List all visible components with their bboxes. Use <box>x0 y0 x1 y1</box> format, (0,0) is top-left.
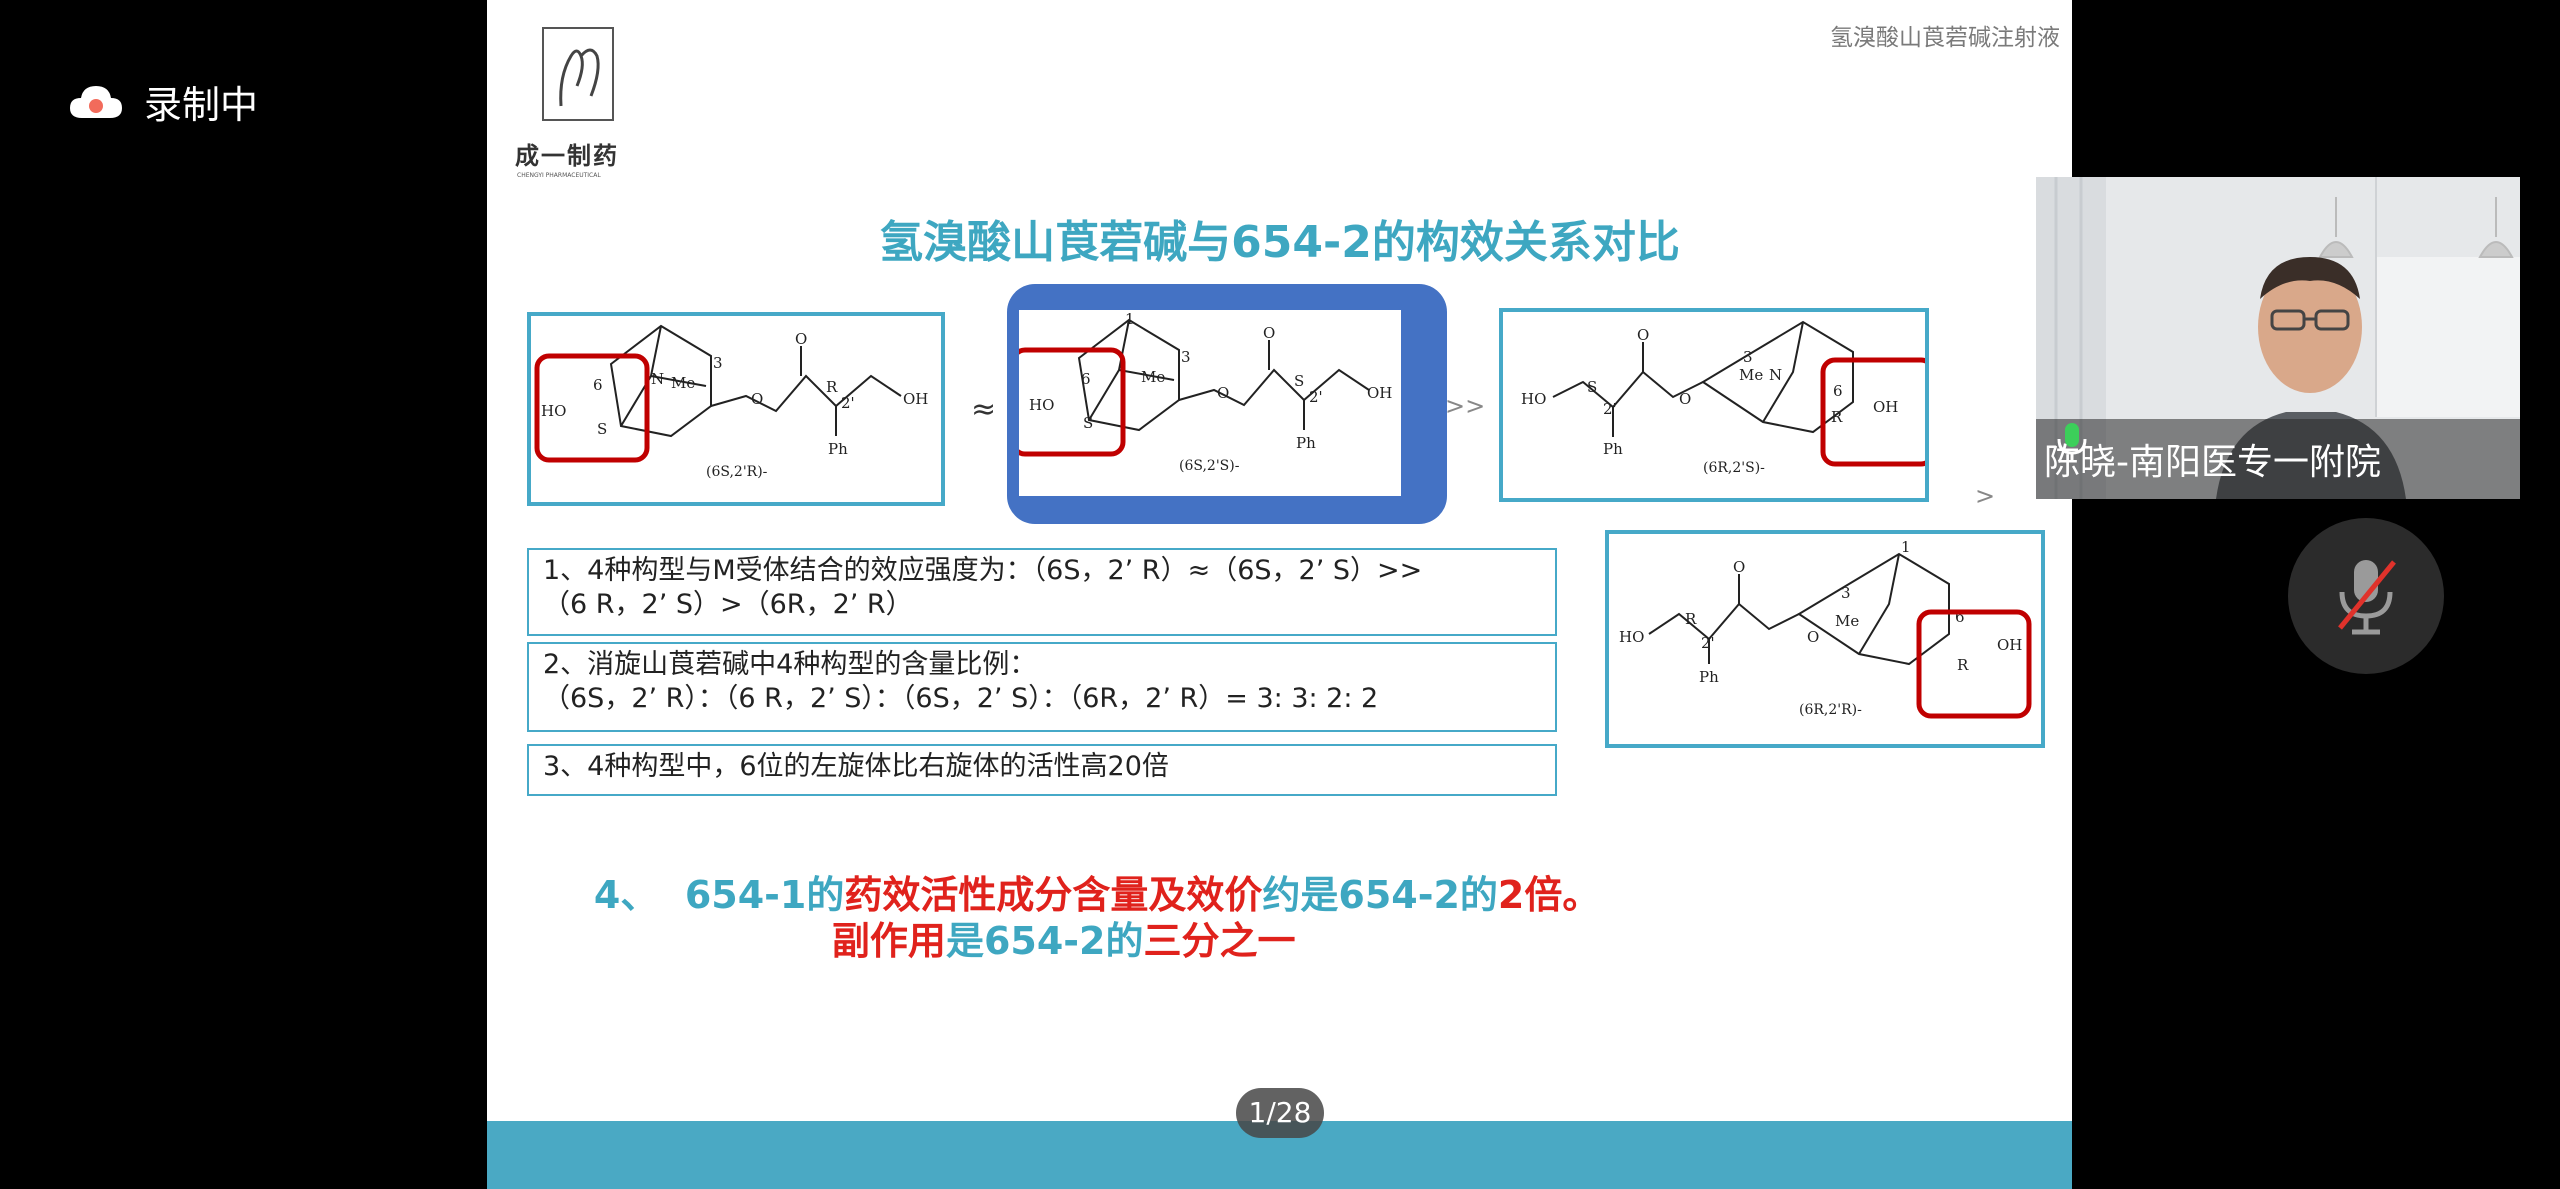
svg-text:Me: Me <box>1141 368 1165 386</box>
svg-text:3: 3 <box>713 354 723 372</box>
statement-1-line-2: （6 R，2’ S）>（6R，2’ R） <box>543 589 913 620</box>
svg-text:R: R <box>826 378 838 396</box>
svg-text:HO: HO <box>1521 390 1546 408</box>
svg-text:S: S <box>1587 378 1597 396</box>
svg-text:3: 3 <box>1743 348 1753 366</box>
molecule-6r-2s: HO S 2' Ph O O Me N 3 6 R OH (6R,2'S)- <box>1499 308 1929 502</box>
logo-name: 成一制药 <box>515 142 619 170</box>
svg-text:OH: OH <box>1367 384 1392 402</box>
structure-diagram: HO 6 S N Me 3 O O R 2' Ph OH (6S,2'R)- <box>534 324 928 480</box>
svg-text:O: O <box>1807 628 1819 646</box>
svg-text:Ph: Ph <box>828 440 848 458</box>
svg-text:Me: Me <box>1739 366 1763 384</box>
svg-text:6: 6 <box>593 376 603 394</box>
statement-2: 2、消旋山莨菪碱中4种构型的含量比例： （6S，2’ R）：（6 R，2’ S）… <box>527 642 1557 732</box>
recording-indicator: 录制中 <box>68 74 258 129</box>
svg-text:2': 2' <box>1309 388 1323 406</box>
svg-text:HO: HO <box>1029 396 1054 414</box>
svg-text:HO: HO <box>1619 628 1644 646</box>
svg-text:Ph: Ph <box>1699 668 1719 686</box>
statement-3-line-1: 3、4种构型中，6位的左旋体比右旋体的活性高20倍 <box>543 751 1169 782</box>
presentation-slide: 氢溴酸山莨菪碱注射液 成一制药 CHENGYI PHARMACEUTICAL 氢… <box>487 0 2072 1189</box>
svg-text:1: 1 <box>1901 538 1911 556</box>
svg-text:S: S <box>597 420 607 438</box>
participant-name-bar: 陈晓-南阳医专一附院 <box>2036 419 2520 499</box>
molecule-6r-2r: HO R 2' Ph O O Me 3 1 6 R OH (6R,2'R)- <box>1605 530 2045 748</box>
approx-symbol: ≈ <box>971 392 997 427</box>
svg-text:R: R <box>1831 408 1843 426</box>
svg-text:N: N <box>1769 366 1782 384</box>
greater-symbol: > <box>1975 482 1996 510</box>
structure-diagram: HO 6 S 1 Me 3 O O S 2' Ph OH (6S,2'S)- <box>1019 310 1392 474</box>
company-logo: 成一制药 CHENGYI PHARMACEUTICAL <box>515 26 625 186</box>
conclusion-part: 约是654-2的 <box>1262 873 1498 917</box>
svg-text:S: S <box>1083 414 1093 432</box>
svg-text:2': 2' <box>1701 634 1715 652</box>
svg-text:Ph: Ph <box>1603 440 1623 458</box>
mute-toggle-button[interactable] <box>2288 518 2444 674</box>
structure-diagram: HO S 2' Ph O O Me N3 6 R OH (6R,2'S)- <box>1521 320 1925 476</box>
conclusion-part: 2倍。 <box>1497 873 1601 917</box>
structure-diagram: HOR2' PhOO Me31 6ROH (6R,2'R)- <box>1619 538 2032 719</box>
conclusion-part: 三分之一 <box>1143 919 1296 963</box>
svg-text:O: O <box>795 330 807 348</box>
svg-text:OH: OH <box>1873 398 1898 416</box>
participant-name: 陈晓-南阳医专一附院 <box>2044 442 2381 483</box>
conclusion-line-2: 副作用是654-2的三分之一 <box>779 866 1296 1009</box>
cloud-icon <box>70 85 122 118</box>
svg-text:OH: OH <box>903 390 928 408</box>
svg-text:R: R <box>1685 610 1697 628</box>
molecule-label: (6S,2'S)- <box>1179 458 1240 474</box>
statement-3: 3、4种构型中，6位的左旋体比右旋体的活性高20倍 <box>527 744 1557 796</box>
svg-text:O: O <box>751 390 763 408</box>
logo-subtitle: CHENGYI PHARMACEUTICAL <box>517 172 601 179</box>
svg-text:OH: OH <box>1997 636 2022 654</box>
svg-text:O: O <box>1263 324 1275 342</box>
statement-1: 1、4种构型与M受体结合的效应强度为：（6S，2’ R）≈（6S，2’ S）>>… <box>527 548 1557 636</box>
svg-text:2': 2' <box>1603 400 1617 418</box>
molecule-label: (6R,2'R)- <box>1799 702 1862 718</box>
statement-1-line-1: 1、4种构型与M受体结合的效应强度为：（6S，2’ R）≈（6S，2’ S）>> <box>543 555 1423 586</box>
svg-text:N: N <box>651 370 664 388</box>
recording-label: 录制中 <box>144 83 259 127</box>
molecule-6s-2r: HO 6 S N Me 3 O O R 2' Ph OH (6S,2'R)- <box>527 312 945 506</box>
statement-2-line-1: 2、消旋山莨菪碱中4种构型的含量比例： <box>543 649 1037 680</box>
mic-icon <box>2057 423 2087 460</box>
molecule-label: (6R,2'S)- <box>1703 460 1765 476</box>
svg-text:Ph: Ph <box>1296 434 1316 452</box>
slide-title: 氢溴酸山莨菪碱与654-2的构效关系对比 <box>879 217 1680 268</box>
svg-text:2': 2' <box>841 394 855 412</box>
conclusion-part: 是654-2的 <box>945 919 1144 963</box>
molecule-highlight-frame: HO 6 S 1 Me 3 O O S 2' Ph OH (6S,2'S)- <box>1007 284 1447 524</box>
statement-2-line-2: （6S，2’ R）：（6 R，2’ S）：（6S，2’ S）：（6R，2’ R）… <box>543 683 1379 714</box>
svg-text:Me: Me <box>1835 612 1859 630</box>
much-greater-symbol: >> <box>1445 392 1486 420</box>
participant-video-tile[interactable]: 陈晓-南阳医专一附院 <box>2036 177 2520 499</box>
svg-text:6: 6 <box>1833 382 1843 400</box>
svg-text:Me: Me <box>671 374 695 392</box>
svg-text:R: R <box>1957 656 1969 674</box>
logo-mark-icon <box>542 27 614 121</box>
mic-muted-icon <box>2338 560 2396 635</box>
svg-text:1: 1 <box>1125 310 1135 328</box>
molecule-6s-2s: HO 6 S 1 Me 3 O O S 2' Ph OH (6S,2'S)- <box>1019 310 1401 496</box>
conclusion-part: 副作用 <box>831 919 946 963</box>
svg-text:O: O <box>1217 384 1229 402</box>
svg-text:O: O <box>1733 558 1745 576</box>
molecule-label: (6S,2'R)- <box>706 464 768 480</box>
page-indicator[interactable]: 1/28 <box>1236 1088 1324 1138</box>
svg-text:6: 6 <box>1081 370 1091 388</box>
svg-text:3: 3 <box>1841 584 1851 602</box>
svg-text:HO: HO <box>541 402 566 420</box>
svg-text:S: S <box>1294 372 1304 390</box>
svg-text:O: O <box>1679 390 1691 408</box>
svg-text:O: O <box>1637 326 1649 344</box>
svg-text:3: 3 <box>1181 348 1191 366</box>
slide-header-title: 氢溴酸山莨菪碱注射液 <box>1830 25 2060 51</box>
